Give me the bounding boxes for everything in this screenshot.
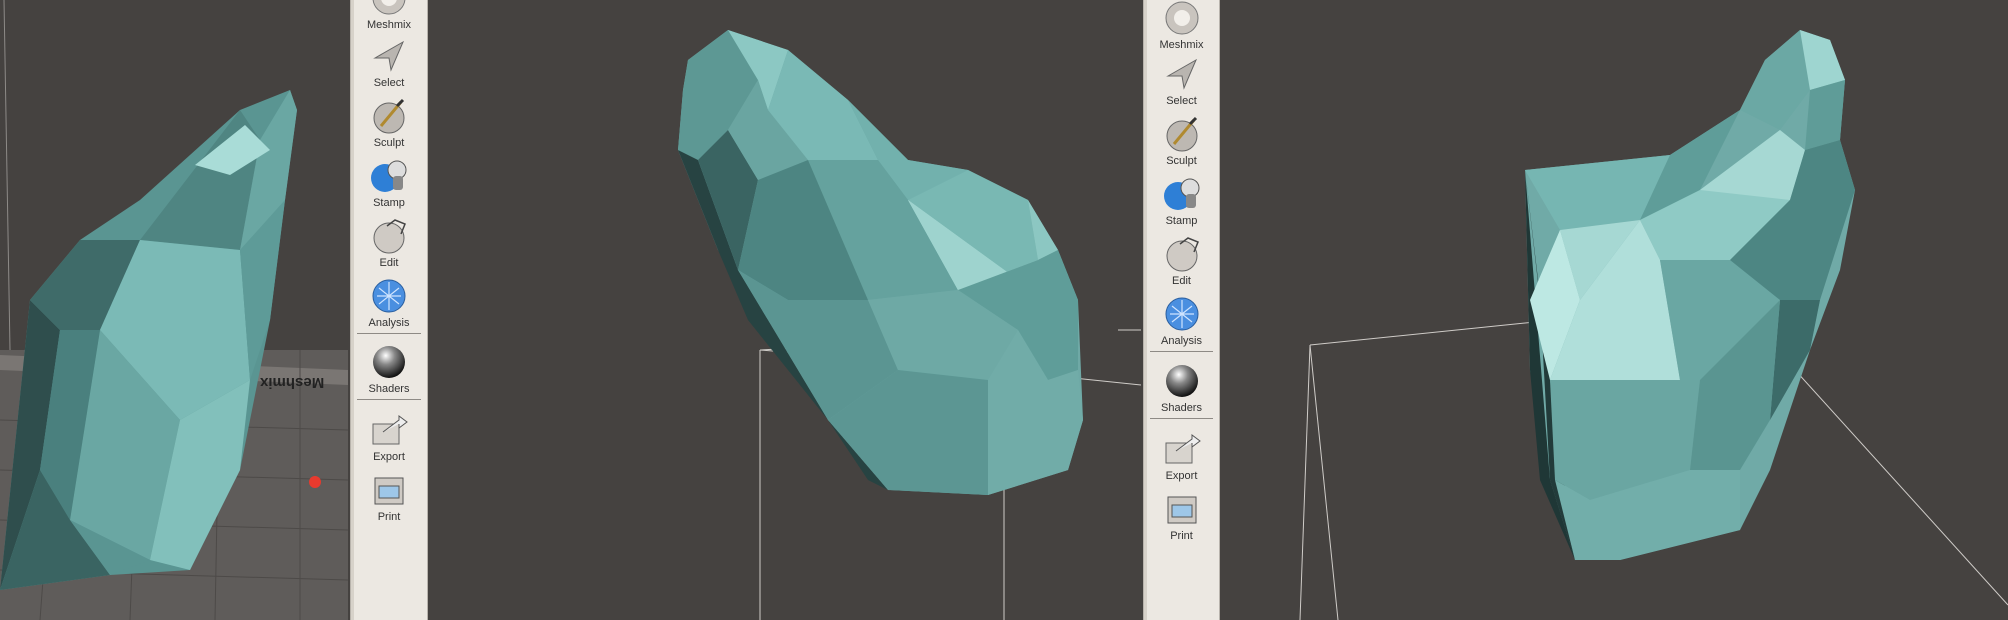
scene-right <box>1299 30 2008 620</box>
marker-dot <box>309 476 321 488</box>
select-arrow-icon <box>373 40 405 72</box>
tool-label: Shaders <box>368 383 410 395</box>
tool-edit[interactable]: Edit <box>351 216 427 269</box>
print-icon <box>374 477 404 505</box>
tool-label: Stamp <box>1165 215 1198 227</box>
meshmix-icon <box>372 0 406 15</box>
tool-palette-right: Meshmix Select Sculpt Stamp Edit Analysi… <box>1143 0 1220 620</box>
tool-analysis[interactable]: Analysis <box>351 276 427 329</box>
tool-select[interactable]: Select <box>1144 54 1219 107</box>
mesh-model-right[interactable] <box>1525 30 1855 560</box>
tool-sculpt[interactable]: Sculpt <box>1144 114 1219 167</box>
tool-label: Print <box>377 511 401 523</box>
tool-export[interactable]: Export <box>351 410 427 463</box>
tool-label: Edit <box>379 257 399 269</box>
tool-label: Print <box>1170 530 1193 542</box>
analysis-icon <box>1165 297 1198 331</box>
tool-meshmix[interactable]: Meshmix <box>1144 0 1219 51</box>
toolbar-divider <box>1150 418 1213 419</box>
tool-label: Sculpt <box>373 137 405 149</box>
tool-label: Meshmix <box>1159 39 1204 51</box>
stamp-icon <box>1163 178 1199 210</box>
tool-label: Export <box>373 451 405 463</box>
build-volume-edge <box>3 0 11 351</box>
scene-middle <box>678 30 1141 620</box>
sculpt-brush-icon <box>1166 116 1197 152</box>
tool-label: Stamp <box>373 197 405 209</box>
mesh-model-middle[interactable] <box>678 30 1083 495</box>
toolbar-divider <box>357 333 421 334</box>
tool-stamp[interactable]: Stamp <box>351 156 427 209</box>
viewport-left[interactable]: Meshmix <box>0 0 348 620</box>
shaders-sphere-icon <box>1165 365 1198 397</box>
edit-icon <box>1166 237 1199 272</box>
tool-label: Meshmix <box>366 19 411 31</box>
tool-print[interactable]: Print <box>351 470 427 523</box>
tool-edit[interactable]: Edit <box>1144 234 1219 287</box>
print-bed-label: Meshmix <box>259 374 324 391</box>
scene-left: Meshmix <box>0 0 348 620</box>
shaders-sphere-icon <box>373 346 405 378</box>
tool-palette-left: Meshmix Select Sculpt Stamp Edit Analysi… <box>350 0 428 620</box>
stamp-icon <box>371 160 407 192</box>
tool-label: Edit <box>1172 275 1191 287</box>
tool-label: Sculpt <box>1166 155 1197 167</box>
tool-select[interactable]: Select <box>351 36 427 89</box>
meshmix-icon <box>1165 1 1198 35</box>
tool-meshmix[interactable]: Meshmix <box>351 0 427 31</box>
tool-stamp[interactable]: Stamp <box>1144 174 1219 227</box>
tool-label: Select <box>373 77 405 89</box>
toolbar-divider <box>1150 351 1213 352</box>
print-icon <box>1167 496 1196 524</box>
tool-analysis[interactable]: Analysis <box>1144 294 1219 347</box>
sculpt-brush-icon <box>373 98 405 134</box>
tool-sculpt[interactable]: Sculpt <box>351 96 427 149</box>
tool-label: Analysis <box>368 317 410 329</box>
tool-shaders[interactable]: Shaders <box>351 342 427 395</box>
tool-print[interactable]: Print <box>1144 489 1219 542</box>
viewport-right[interactable] <box>1220 0 2008 620</box>
export-icon <box>1165 434 1201 464</box>
viewport-middle[interactable] <box>428 0 1141 620</box>
tool-export[interactable]: Export <box>1144 429 1219 482</box>
toolbar-divider <box>357 399 421 400</box>
edit-icon <box>373 219 406 254</box>
select-arrow-icon <box>1165 58 1197 90</box>
tool-label: Analysis <box>1161 335 1202 347</box>
tool-label: Export <box>1165 470 1198 482</box>
tool-shaders[interactable]: Shaders <box>1144 361 1219 414</box>
tool-label: Shaders <box>1161 402 1202 414</box>
analysis-icon <box>372 279 406 313</box>
tool-label: Select <box>1166 95 1197 107</box>
export-icon <box>372 415 408 445</box>
